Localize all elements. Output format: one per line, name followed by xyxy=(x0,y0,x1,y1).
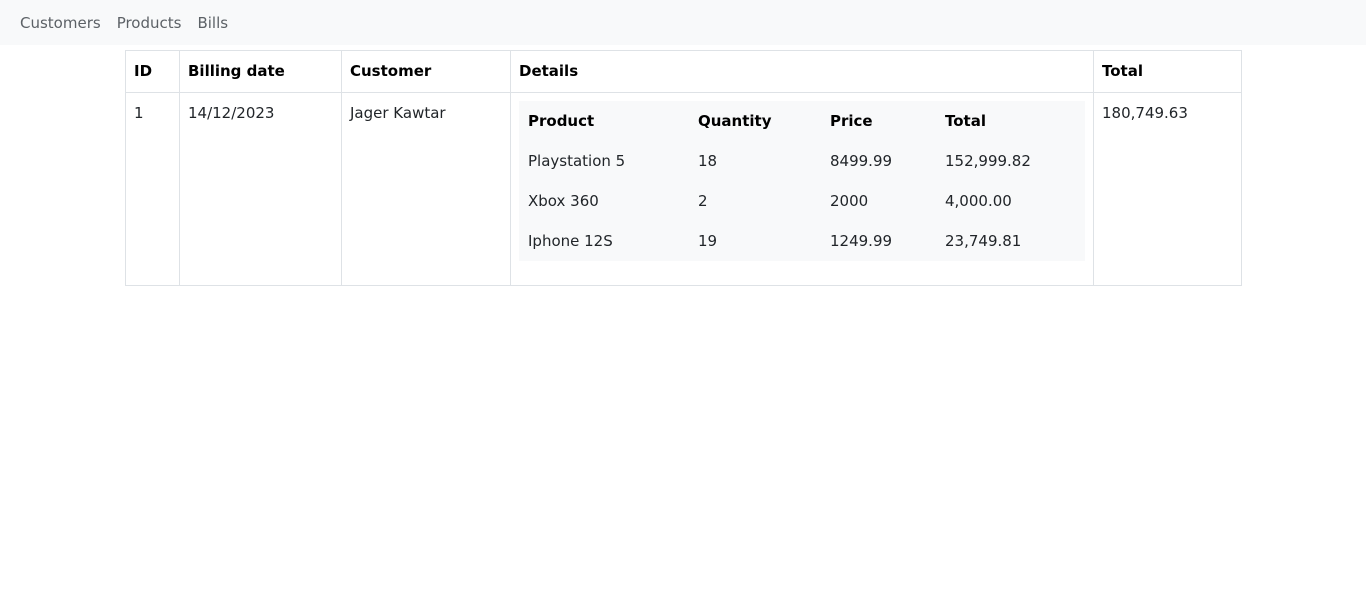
column-header-total: Total xyxy=(1093,50,1242,93)
details-header-quantity: Quantity xyxy=(698,112,772,130)
column-header-billing-date: Billing date xyxy=(179,50,342,93)
details-quantity-cell: 2 xyxy=(698,192,708,210)
details-total-cell: 152,999.82 xyxy=(945,152,1031,170)
bill-details-cell: Product Quantity Price Total Playstation… xyxy=(510,92,1094,286)
details-price-cell: 2000 xyxy=(830,192,869,210)
bills-table: ID Billing date Customer Details Total 1… xyxy=(125,50,1242,286)
details-product-cell: Iphone 12S xyxy=(528,232,613,250)
nav-link-customers[interactable]: Customers xyxy=(12,14,109,32)
bills-table-header-row: ID Billing date Customer Details Total xyxy=(125,50,1242,93)
details-row: Iphone 12S 19 1249.99 23,749.81 xyxy=(519,221,1085,261)
details-header-row: Product Quantity Price Total xyxy=(519,101,1085,141)
details-header-price: Price xyxy=(830,112,873,130)
nav-link-products[interactable]: Products xyxy=(109,14,190,32)
column-header-id: ID xyxy=(125,50,180,93)
bill-date-cell: 14/12/2023 xyxy=(179,92,342,286)
bill-id-cell: 1 xyxy=(125,92,180,286)
details-product-cell: Xbox 360 xyxy=(528,192,599,210)
column-header-customer: Customer xyxy=(341,50,511,93)
column-header-details: Details xyxy=(510,50,1094,93)
details-header-total: Total xyxy=(945,112,986,130)
details-price-cell: 8499.99 xyxy=(830,152,893,170)
details-row: Xbox 360 2 2000 4,000.00 xyxy=(519,181,1085,221)
details-total-cell: 23,749.81 xyxy=(945,232,1022,250)
details-quantity-cell: 19 xyxy=(698,232,718,250)
bill-details-table: Product Quantity Price Total Playstation… xyxy=(519,101,1085,261)
bill-customer-cell: Jager Kawtar xyxy=(341,92,511,286)
details-row: Playstation 5 18 8499.99 152,999.82 xyxy=(519,141,1085,181)
details-product-cell: Playstation 5 xyxy=(528,152,626,170)
nav-link-bills[interactable]: Bills xyxy=(189,14,236,32)
top-navbar: Customers Products Bills xyxy=(0,0,1366,45)
bill-total-cell: 180,749.63 xyxy=(1093,92,1242,286)
details-total-cell: 4,000.00 xyxy=(945,192,1012,210)
details-quantity-cell: 18 xyxy=(698,152,718,170)
bills-table-container: ID Billing date Customer Details Total 1… xyxy=(125,50,1242,286)
details-price-cell: 1249.99 xyxy=(830,232,893,250)
table-row: 1 14/12/2023 Jager Kawtar Product Quanti… xyxy=(125,92,1242,286)
details-header-product: Product xyxy=(528,112,595,130)
